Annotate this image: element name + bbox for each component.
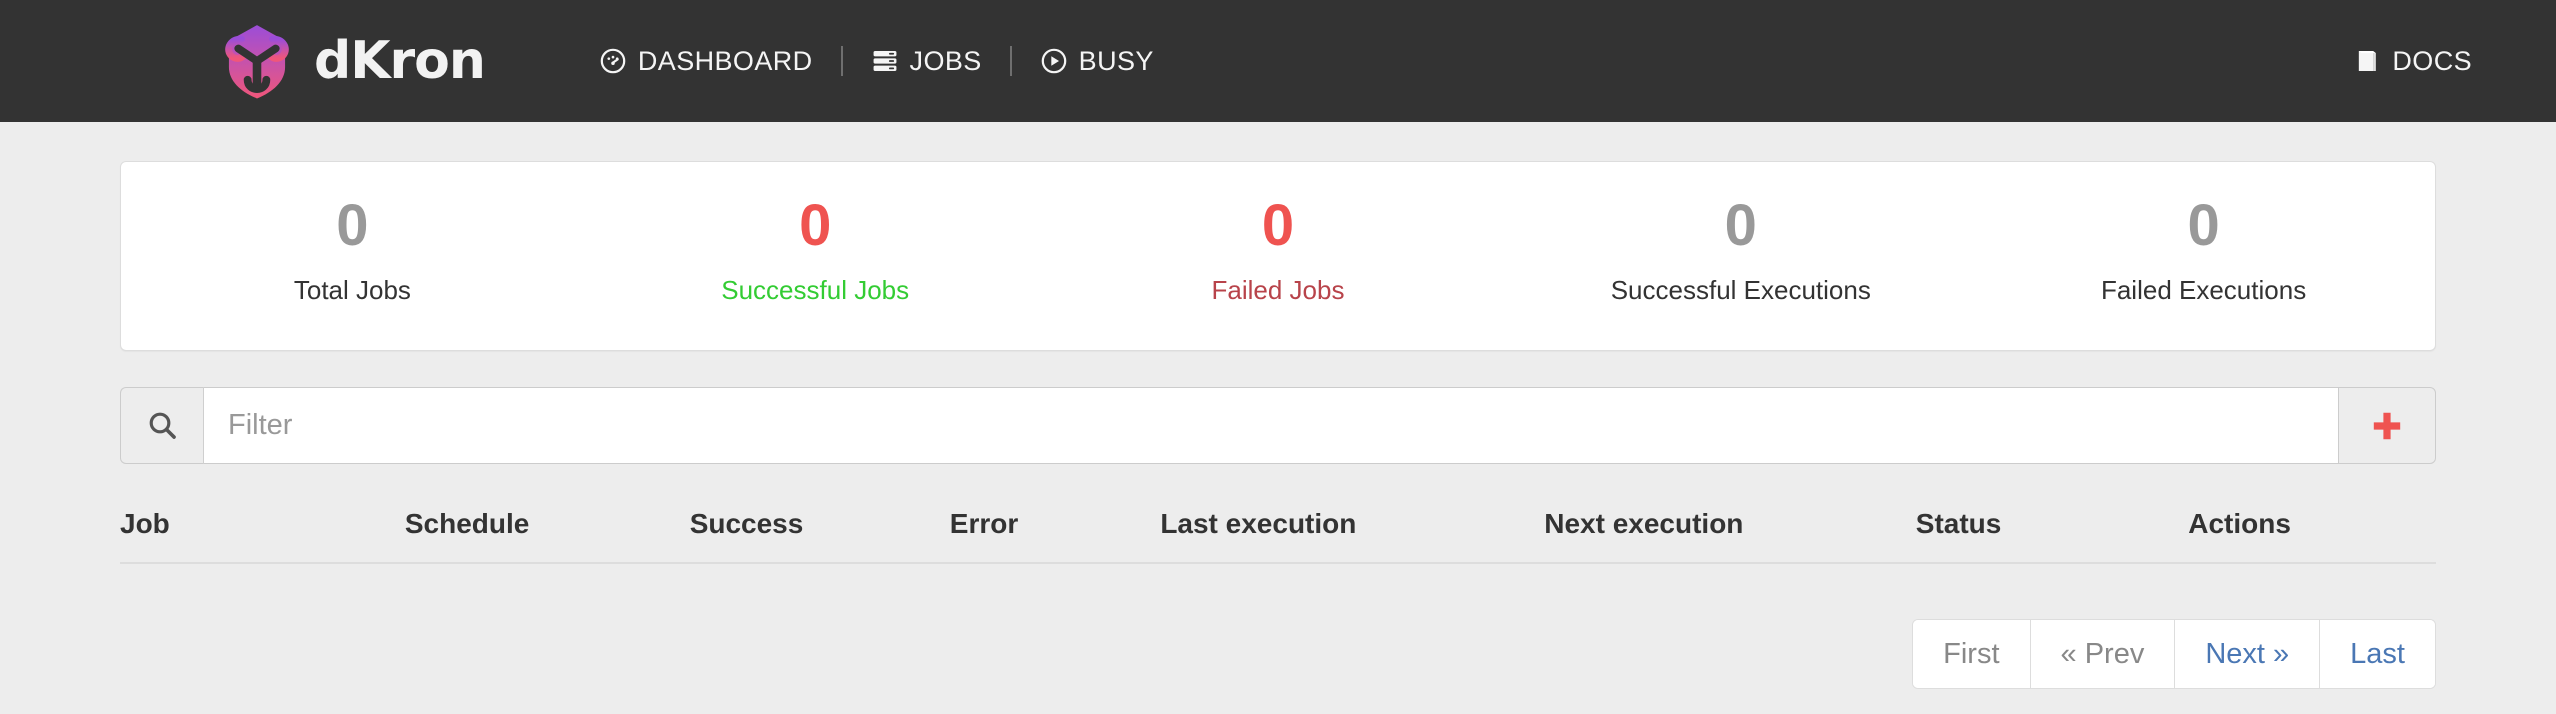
stat-successful-executions: 0 Successful Executions bbox=[1509, 193, 1972, 306]
stat-value-failed-executions: 0 bbox=[2187, 193, 2220, 258]
stats-panel: 0 Total Jobs 0 Successful Jobs 0 Failed … bbox=[120, 161, 2436, 352]
column-header-actions: Actions bbox=[2188, 492, 2436, 565]
add-job-button[interactable] bbox=[2338, 387, 2436, 465]
pagination-last[interactable]: Last bbox=[2320, 620, 2435, 689]
stat-value-failed-jobs: 0 bbox=[1261, 193, 1295, 258]
nav-label-busy: BUSY bbox=[1078, 45, 1154, 76]
filter-input[interactable] bbox=[204, 387, 2338, 465]
pagination-first[interactable]: First bbox=[1913, 620, 2031, 689]
column-header-status[interactable]: Status bbox=[1915, 492, 2189, 565]
top-navbar: dKron DASHBOARD JOBS BUSY DOCS bbox=[0, 0, 2556, 122]
stat-label-successful-executions: Successful Executions bbox=[1610, 274, 1871, 305]
primary-nav: DASHBOARD JOBS BUSY bbox=[577, 0, 1176, 122]
plus-icon bbox=[2369, 408, 2405, 444]
tachometer-icon bbox=[599, 47, 627, 75]
stat-failed-jobs: 0 Failed Jobs bbox=[1047, 193, 1510, 306]
column-header-last-execution[interactable]: Last execution bbox=[1160, 492, 1545, 565]
column-header-error[interactable]: Error bbox=[949, 492, 1161, 565]
nav-label-dashboard: DASHBOARD bbox=[637, 45, 813, 76]
pagination-row: First « Prev Next » Last bbox=[120, 619, 2436, 690]
stat-label-failed-executions: Failed Executions bbox=[2100, 274, 2307, 305]
book-icon bbox=[2353, 47, 2381, 75]
stat-label-failed-jobs: Failed Jobs bbox=[1211, 274, 1345, 305]
nav-separator bbox=[840, 46, 843, 76]
nav-item-jobs[interactable]: JOBS bbox=[849, 46, 1004, 77]
stat-value-successful-executions: 0 bbox=[1724, 193, 1757, 258]
nav-label-jobs: JOBS bbox=[909, 45, 982, 76]
column-header-success[interactable]: Success bbox=[689, 492, 950, 565]
search-button[interactable] bbox=[120, 387, 204, 465]
nav-label-docs: DOCS bbox=[2392, 45, 2472, 76]
pagination-prev[interactable]: « Prev bbox=[2030, 620, 2176, 689]
stat-total-jobs: 0 Total Jobs bbox=[121, 193, 584, 306]
nav-item-busy[interactable]: BUSY bbox=[1018, 46, 1176, 77]
brand-home-link[interactable]: dKron bbox=[218, 22, 486, 100]
dkron-octopus-logo-icon bbox=[218, 22, 296, 100]
pagination-next[interactable]: Next » bbox=[2175, 620, 2321, 689]
play-circle-icon bbox=[1040, 47, 1068, 75]
main-container: 0 Total Jobs 0 Successful Jobs 0 Failed … bbox=[120, 122, 2436, 690]
table-header-row: Job Schedule Success Error Last executio… bbox=[120, 492, 2436, 565]
filter-bar bbox=[120, 387, 2436, 465]
stat-label-successful-jobs: Successful Jobs bbox=[721, 274, 910, 305]
jobs-table: Job Schedule Success Error Last executio… bbox=[120, 492, 2436, 565]
column-header-schedule[interactable]: Schedule bbox=[404, 492, 690, 565]
brand-title: dKron bbox=[314, 31, 486, 91]
jobs-table-head: Job Schedule Success Error Last executio… bbox=[120, 492, 2436, 565]
nav-separator bbox=[1009, 46, 1012, 76]
server-stack-icon bbox=[871, 47, 899, 75]
stat-label-total-jobs: Total Jobs bbox=[293, 274, 411, 305]
pagination: First « Prev Next » Last bbox=[1912, 619, 2436, 690]
search-icon bbox=[146, 409, 179, 442]
secondary-nav: DOCS bbox=[2331, 46, 2494, 77]
nav-item-docs[interactable]: DOCS bbox=[2331, 46, 2494, 77]
column-header-next-execution[interactable]: Next execution bbox=[1544, 492, 1916, 565]
column-header-job[interactable]: Job bbox=[120, 492, 405, 565]
stat-failed-executions: 0 Failed Executions bbox=[1972, 193, 2435, 306]
stat-value-total-jobs: 0 bbox=[336, 193, 369, 258]
stat-successful-jobs: 0 Successful Jobs bbox=[584, 193, 1047, 306]
nav-item-dashboard[interactable]: DASHBOARD bbox=[577, 46, 835, 77]
stat-value-successful-jobs: 0 bbox=[799, 193, 832, 258]
